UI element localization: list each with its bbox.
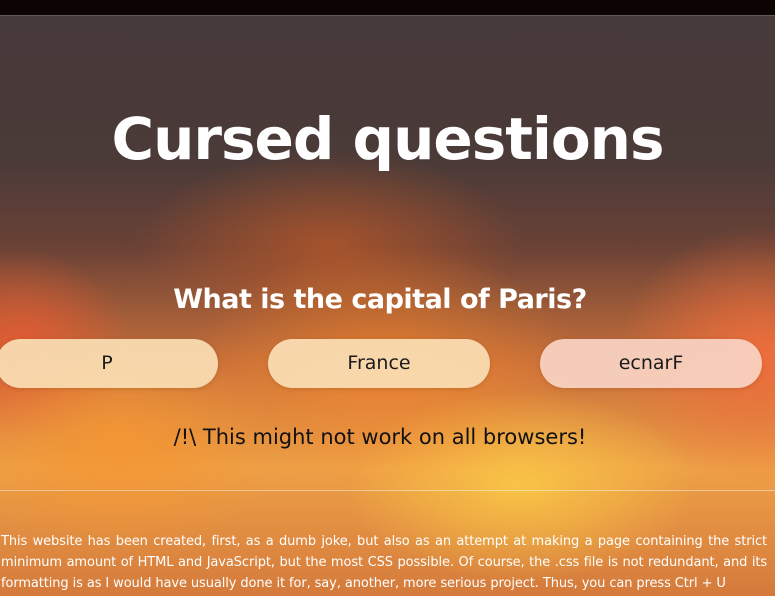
answer-button-ecnarf[interactable]: ecnarF: [540, 339, 762, 388]
page-title: Cursed questions: [111, 105, 665, 173]
answer-button-p[interactable]: P: [0, 339, 218, 388]
footer-description: This website has been created, first, as…: [1, 534, 767, 591]
question-text: What is the capital of Paris?: [173, 284, 587, 315]
browser-warning: /!\ This might not work on all browsers!: [173, 425, 587, 449]
top-strip: [0, 0, 775, 15]
footer-divider: [0, 490, 775, 491]
answer-button-france[interactable]: France: [268, 339, 490, 388]
page: Cursed questions What is the capital of …: [0, 0, 775, 596]
